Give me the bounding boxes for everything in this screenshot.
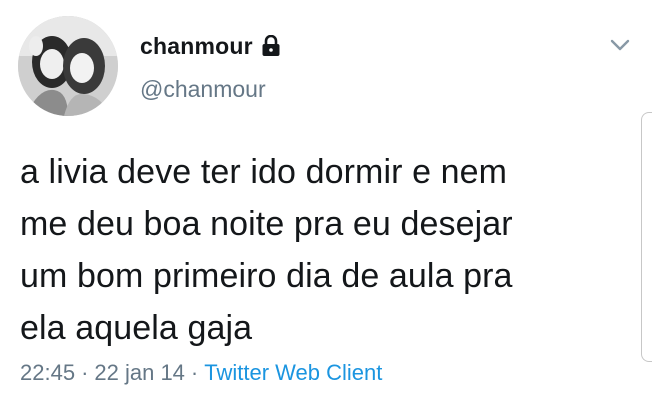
tweet-meta: 22:45 · 22 jan 14 · Twitter Web Client bbox=[20, 360, 382, 386]
tweet-date[interactable]: 22 jan 14 bbox=[94, 360, 185, 386]
profile-photo bbox=[18, 16, 118, 116]
tweet-source-link[interactable]: Twitter Web Client bbox=[204, 360, 382, 386]
tweet-time[interactable]: 22:45 bbox=[20, 360, 75, 386]
meta-separator: · bbox=[81, 360, 89, 385]
scrollbar-edge[interactable] bbox=[641, 112, 652, 362]
name-row: chanmour bbox=[140, 30, 281, 62]
meta-separator: · bbox=[190, 360, 199, 385]
user-handle[interactable]: @chanmour bbox=[140, 76, 266, 103]
chevron-down-icon[interactable] bbox=[606, 32, 634, 58]
tweet-text: a livia deve ter ido dormir e nem me deu… bbox=[20, 153, 513, 347]
lock-icon bbox=[261, 34, 281, 57]
display-name[interactable]: chanmour bbox=[140, 33, 253, 60]
avatar[interactable] bbox=[18, 16, 118, 116]
tweet-card: chanmour @chanmour a livia deve ter ido … bbox=[0, 0, 652, 406]
